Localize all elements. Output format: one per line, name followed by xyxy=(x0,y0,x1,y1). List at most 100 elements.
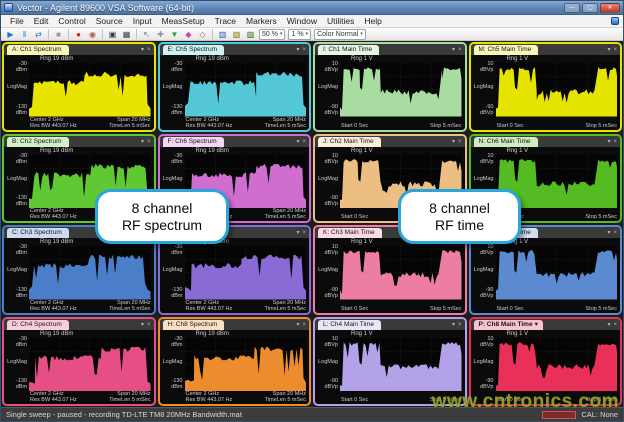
menu-trace[interactable]: Trace xyxy=(210,15,241,28)
minimize-button[interactable]: — xyxy=(564,3,580,13)
y-axis-top-label: 10dBVp xyxy=(315,244,338,256)
collapse-icon[interactable]: ▾ xyxy=(296,320,299,330)
chart-tab[interactable]: I: Ch1 Main Time xyxy=(318,45,379,55)
collapse-icon[interactable]: ▾ xyxy=(607,45,610,55)
x-axis-left-label: Start 0 Sec xyxy=(497,123,524,129)
color-combo[interactable]: Color Normal▾ xyxy=(314,29,366,40)
help-icon[interactable] xyxy=(611,17,619,25)
close-icon[interactable]: × xyxy=(458,137,462,147)
play-icon[interactable]: ▶ xyxy=(5,29,16,40)
select-cursor-icon[interactable]: ↖ xyxy=(141,29,152,40)
close-icon[interactable]: × xyxy=(147,45,151,55)
chart-tab[interactable]: P: Ch8 Main Time ▾ xyxy=(474,320,543,330)
plot-area[interactable]: Rng 19 dBm -30dBm LogMag -130dBm Center … xyxy=(4,55,154,130)
close-icon[interactable]: × xyxy=(613,320,617,330)
close-icon[interactable]: × xyxy=(613,137,617,147)
chart-tab[interactable]: E: Ch5 Spectrum xyxy=(163,45,225,55)
close-icon[interactable]: × xyxy=(147,320,151,330)
trace-display-yellow-icon[interactable]: ▧ xyxy=(231,29,242,40)
range-label: Rng 19 dBm xyxy=(40,148,73,154)
chart-tab[interactable]: C: Ch3 Spectrum xyxy=(7,228,69,238)
close-icon[interactable]: × xyxy=(613,228,617,238)
chart-tab[interactable]: A: Ch1 Spectrum xyxy=(7,45,69,55)
menu-markers[interactable]: Markers xyxy=(241,15,282,28)
close-icon[interactable]: × xyxy=(302,137,306,147)
trace-display-blue-icon[interactable]: ▥ xyxy=(217,29,228,40)
chart-tab[interactable]: L: Ch4 Main Time xyxy=(318,320,381,330)
collapse-icon[interactable]: ▾ xyxy=(452,45,455,55)
collapse-icon[interactable]: ▾ xyxy=(452,137,455,147)
plot-area[interactable]: Rng 19 dBm -30dBm LogMag -130dBm Center … xyxy=(4,330,154,405)
collapse-icon[interactable]: ▾ xyxy=(141,45,144,55)
chart-tab[interactable]: F: Ch6 Spectrum xyxy=(163,137,224,147)
stop-icon[interactable]: ■ xyxy=(53,29,64,40)
title-bar[interactable]: Vector - Agilent 89600 VSA Software (64-… xyxy=(1,1,623,15)
maximize-button[interactable]: ▢ xyxy=(582,3,598,13)
menu-input[interactable]: Input xyxy=(128,15,157,28)
collapse-icon[interactable]: ▾ xyxy=(607,228,610,238)
chart-tab[interactable]: N: Ch6 Main Time xyxy=(474,137,538,147)
close-icon[interactable]: × xyxy=(302,45,306,55)
x-axis-left-label: Center 2 GHzRes BW 443.07 Hz xyxy=(186,117,233,129)
range-label: Rng 19 dBm xyxy=(196,56,229,62)
collapse-icon[interactable]: ▾ xyxy=(607,137,610,147)
trace-display-green-icon[interactable]: ▨ xyxy=(245,29,256,40)
chart-tab[interactable]: M: Ch5 Main Time xyxy=(474,45,539,55)
menu-utilities[interactable]: Utilities xyxy=(322,15,359,28)
x-axis-left-label: Start 0 Sec xyxy=(341,397,368,403)
close-icon[interactable]: × xyxy=(147,137,151,147)
close-icon[interactable]: × xyxy=(302,320,306,330)
chart-tab[interactable]: B: Ch2 Spectrum xyxy=(7,137,69,147)
record-marker-icon[interactable]: ◉ xyxy=(87,29,98,40)
collapse-icon[interactable]: ▾ xyxy=(141,137,144,147)
chart-header: E: Ch5 Spectrum ▾ × xyxy=(160,44,310,55)
menu-help[interactable]: Help xyxy=(359,15,386,28)
menu-meassetup[interactable]: MeasSetup xyxy=(157,15,210,28)
plot-area[interactable]: Rng 19 dBm -30dBm LogMag -130dBm Center … xyxy=(4,238,154,313)
pause-icon[interactable]: ‖ xyxy=(19,29,30,40)
chart-tab[interactable]: J: Ch2 Main Time xyxy=(318,137,381,147)
close-icon[interactable]: × xyxy=(458,320,462,330)
menu-source[interactable]: Source xyxy=(91,15,128,28)
menu-window[interactable]: Window xyxy=(282,15,322,28)
close-button[interactable]: ✕ xyxy=(600,3,620,13)
chart-tab[interactable]: H: Ch8 Spectrum xyxy=(163,320,225,330)
marker-icon[interactable]: ◆ xyxy=(183,29,194,40)
y-axis-top-label: -30dBm xyxy=(160,336,183,348)
close-icon[interactable]: × xyxy=(302,228,306,238)
record-icon[interactable]: ● xyxy=(73,29,84,40)
single-layout-icon[interactable]: ▣ xyxy=(107,29,118,40)
plot-area[interactable]: Rng 1 V 10dBVp LogMag -90dBVp Start 0 Se… xyxy=(315,55,465,130)
plot-area[interactable]: Rng 1 V 10dBVp LogMag -90dBVp Start 0 Se… xyxy=(471,55,621,130)
range-label: Rng 1 V xyxy=(507,331,529,337)
plot-area[interactable]: Rng 19 dBm -30dBm LogMag -130dBm Center … xyxy=(160,330,310,405)
range-label: Rng 1 V xyxy=(351,331,373,337)
grid-layout-icon[interactable]: ▦ xyxy=(121,29,132,40)
collapse-icon[interactable]: ▾ xyxy=(296,228,299,238)
plot-area[interactable]: Rng 1 V 10dBVp LogMag -90dBVp Start 0 Se… xyxy=(315,238,465,313)
collapse-icon[interactable]: ▾ xyxy=(141,320,144,330)
close-icon[interactable]: × xyxy=(613,45,617,55)
plot-area[interactable]: Rng 19 dBm -30dBm LogMag -130dBm Center … xyxy=(160,238,310,313)
zoom-cursor-icon[interactable]: ✚ xyxy=(155,29,166,40)
plot-area[interactable]: Rng 19 dBm -30dBm LogMag -130dBm Center … xyxy=(160,55,310,130)
plot-area[interactable]: Rng 1 V 10dBVp LogMag -90dBVp Start 0 Se… xyxy=(471,238,621,313)
x-axis-right-label: Span 20 MHzTimeLen 5 mSec xyxy=(265,300,306,312)
collapse-icon[interactable]: ▾ xyxy=(607,320,610,330)
collapse-icon[interactable]: ▾ xyxy=(296,137,299,147)
zoom-level-combo[interactable]: 50 %▾ xyxy=(259,29,285,40)
overlap-combo[interactable]: 1 %▾ xyxy=(288,29,311,40)
close-icon[interactable]: × xyxy=(458,45,462,55)
collapse-icon[interactable]: ▾ xyxy=(452,320,455,330)
menu-edit[interactable]: Edit xyxy=(29,15,54,28)
chart-tab[interactable]: D: Ch4 Spectrum xyxy=(7,320,69,330)
delta-marker-icon[interactable]: ◇ xyxy=(197,29,208,40)
chart-tab[interactable]: K: Ch3 Main Time xyxy=(318,228,382,238)
restart-icon[interactable]: ⇄ xyxy=(33,29,44,40)
peak-marker-icon[interactable]: ▼ xyxy=(169,29,180,40)
collapse-icon[interactable]: ▾ xyxy=(296,45,299,55)
menu-file[interactable]: File xyxy=(5,15,29,28)
chart-header: N: Ch6 Main Time ▾ × xyxy=(471,136,621,147)
trace-plot xyxy=(29,338,151,392)
menu-control[interactable]: Control xyxy=(53,15,90,28)
